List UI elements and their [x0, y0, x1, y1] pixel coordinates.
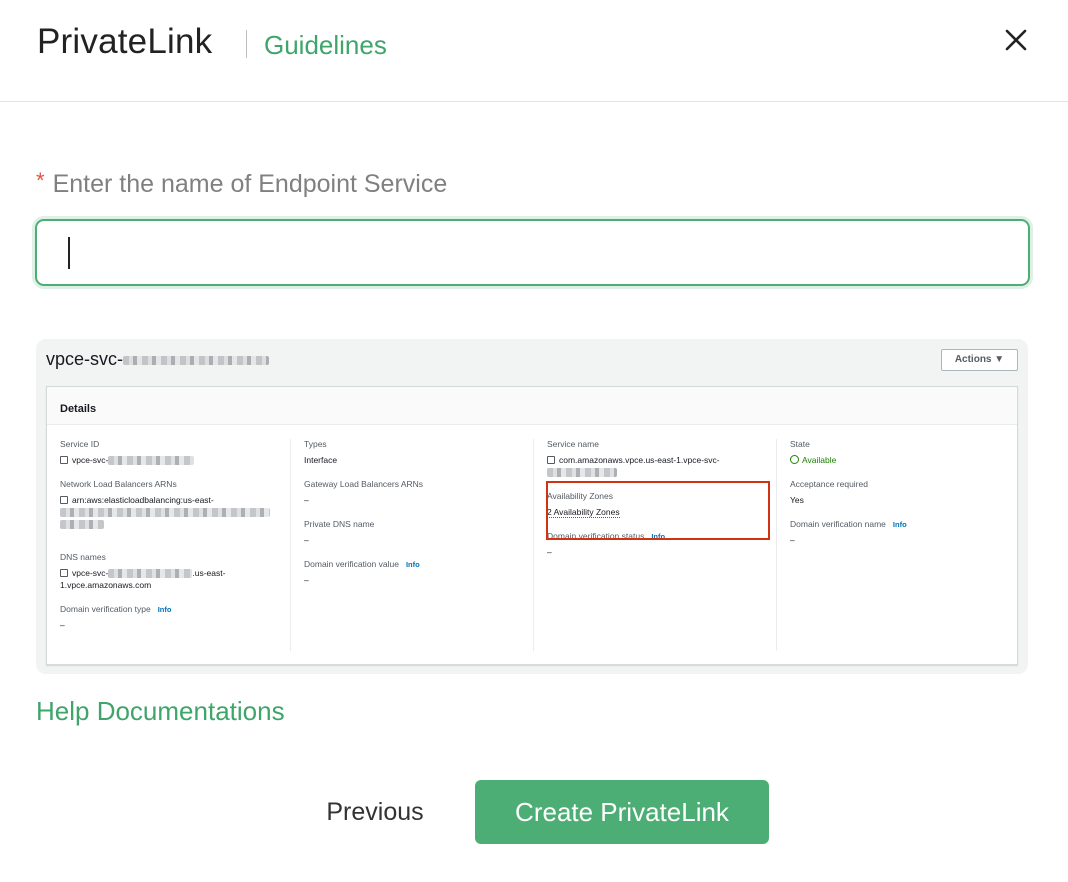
required-marker: *: [36, 168, 45, 193]
example-resource-title-text: vpce-svc-: [46, 349, 124, 369]
details-column-2: Types Interface Gateway Load Balancers A…: [290, 439, 530, 651]
field-key-text: Domain verification type: [60, 604, 151, 614]
field-value: Yes: [790, 495, 804, 505]
field-value-text: com.amazonaws.vpce.us-east-1.vpce-svc-: [559, 455, 720, 465]
field-key: Types: [304, 439, 327, 449]
field-value-suffix: .us-east-: [192, 568, 226, 578]
redacted-text: [123, 355, 270, 365]
endpoint-service-label: * Enter the name of Endpoint Service: [36, 168, 447, 199]
field-nlb-arns: Network Load Balancers ARNs arn:aws:elas…: [60, 479, 300, 530]
redacted-text: [60, 508, 270, 518]
field-key: Gateway Load Balancers ARNs: [304, 479, 424, 489]
field-value: arn:aws:elasticloadbalancing:us-east-: [60, 494, 300, 506]
text-caret: [68, 237, 70, 269]
field-dns-names: DNS names vpce-svc- .us-east- 1.vpce.amaz…: [60, 552, 300, 591]
guidelines-link[interactable]: Guidelines: [264, 30, 387, 61]
field-value-text: Available: [802, 455, 837, 465]
field-key: Domain verification name Info: [790, 519, 1016, 529]
copy-icon: [60, 569, 68, 577]
details-column-3: Service name com.amazonaws.vpce.us-east-…: [533, 439, 773, 651]
copy-icon: [60, 456, 68, 464]
endpoint-service-input[interactable]: [37, 221, 1028, 284]
dialog-header: PrivateLink Guidelines: [0, 0, 1068, 102]
field-service-id: Service ID vpce-svc-: [60, 439, 300, 466]
example-screenshot: vpce-svc- Actions ▼ Details Service ID v…: [36, 339, 1028, 674]
field-value: Available: [790, 454, 1016, 466]
field-key: Private DNS name: [304, 519, 375, 529]
example-actions-button: Actions ▼: [941, 349, 1018, 371]
field-key: State: [790, 439, 810, 449]
field-value-text: vpce-svc-: [72, 455, 109, 465]
service-name-highlight: [546, 481, 770, 540]
field-domain-verification-type: Domain verification type Info –: [60, 604, 300, 631]
field-service-name: Service name com.amazonaws.vpce.us-east-…: [547, 439, 773, 478]
check-circle-icon: [790, 455, 799, 464]
field-key: Domain verification value Info: [304, 559, 530, 569]
field-state: State Available: [790, 439, 1016, 466]
close-icon[interactable]: [1000, 24, 1032, 56]
redacted-text: [108, 456, 195, 466]
field-value: vpce-svc- .us-east-: [60, 567, 300, 579]
dialog-title: PrivateLink: [37, 22, 213, 61]
create-privatelink-button[interactable]: Create PrivateLink: [475, 780, 769, 844]
field-key: Service name: [547, 439, 599, 449]
field-value: Interface: [304, 455, 338, 465]
field-value-redacted: [60, 518, 300, 530]
field-value: –: [790, 535, 795, 545]
field-key: Acceptance required: [790, 479, 868, 489]
field-value-redacted: [60, 506, 300, 518]
field-value-redacted: [547, 466, 773, 478]
field-key: Domain verification type Info: [60, 604, 300, 614]
endpoint-service-input-wrapper: [35, 219, 1030, 286]
help-documentations-link[interactable]: Help Documentations: [36, 696, 285, 727]
info-link: Info: [405, 560, 420, 569]
copy-icon: [60, 496, 68, 504]
field-key-text: Domain verification name: [790, 519, 886, 529]
field-domain-verification-name: Domain verification name Info –: [790, 519, 1016, 546]
endpoint-service-label-text: Enter the name of Endpoint Service: [52, 170, 448, 198]
field-value: vpce-svc-: [60, 454, 300, 466]
field-domain-verification-value: Domain verification value Info –: [304, 559, 530, 586]
field-key: Network Load Balancers ARNs: [60, 479, 177, 489]
example-resource-title: vpce-svc-: [46, 349, 270, 370]
field-value: –: [304, 495, 309, 505]
details-column-4: State Available Acceptance required Yes …: [776, 439, 1016, 651]
previous-button[interactable]: Previous: [306, 780, 444, 844]
example-details-panel: Details Service ID vpce-svc- Network Loa…: [46, 386, 1018, 665]
redacted-text: [547, 468, 617, 478]
field-key: Service ID: [60, 439, 100, 449]
field-key-text: Domain verification value: [304, 559, 399, 569]
header-divider: [246, 30, 247, 58]
redacted-text: [108, 569, 193, 579]
field-acceptance-required: Acceptance required Yes: [790, 479, 1016, 506]
field-value-line2: 1.vpce.amazonaws.com: [60, 580, 152, 590]
redacted-text: [60, 520, 104, 530]
field-private-dns-name: Private DNS name –: [304, 519, 530, 546]
field-value-text: arn:aws:elasticloadbalancing:us-east-: [72, 495, 214, 505]
copy-icon: [547, 456, 555, 464]
field-key: DNS names: [60, 552, 106, 562]
info-link: Info: [892, 520, 907, 529]
field-value: –: [547, 547, 552, 557]
example-details-heading: Details: [47, 387, 1017, 425]
field-types: Types Interface: [304, 439, 530, 466]
field-value-text: vpce-svc-: [72, 568, 109, 578]
field-glb-arns: Gateway Load Balancers ARNs –: [304, 479, 530, 506]
details-column-1: Service ID vpce-svc- Network Load Balanc…: [60, 439, 300, 644]
info-link: Info: [157, 605, 172, 614]
field-value: com.amazonaws.vpce.us-east-1.vpce-svc-: [547, 454, 773, 466]
field-value: –: [304, 575, 309, 585]
field-value: –: [304, 535, 309, 545]
field-value: –: [60, 620, 65, 630]
